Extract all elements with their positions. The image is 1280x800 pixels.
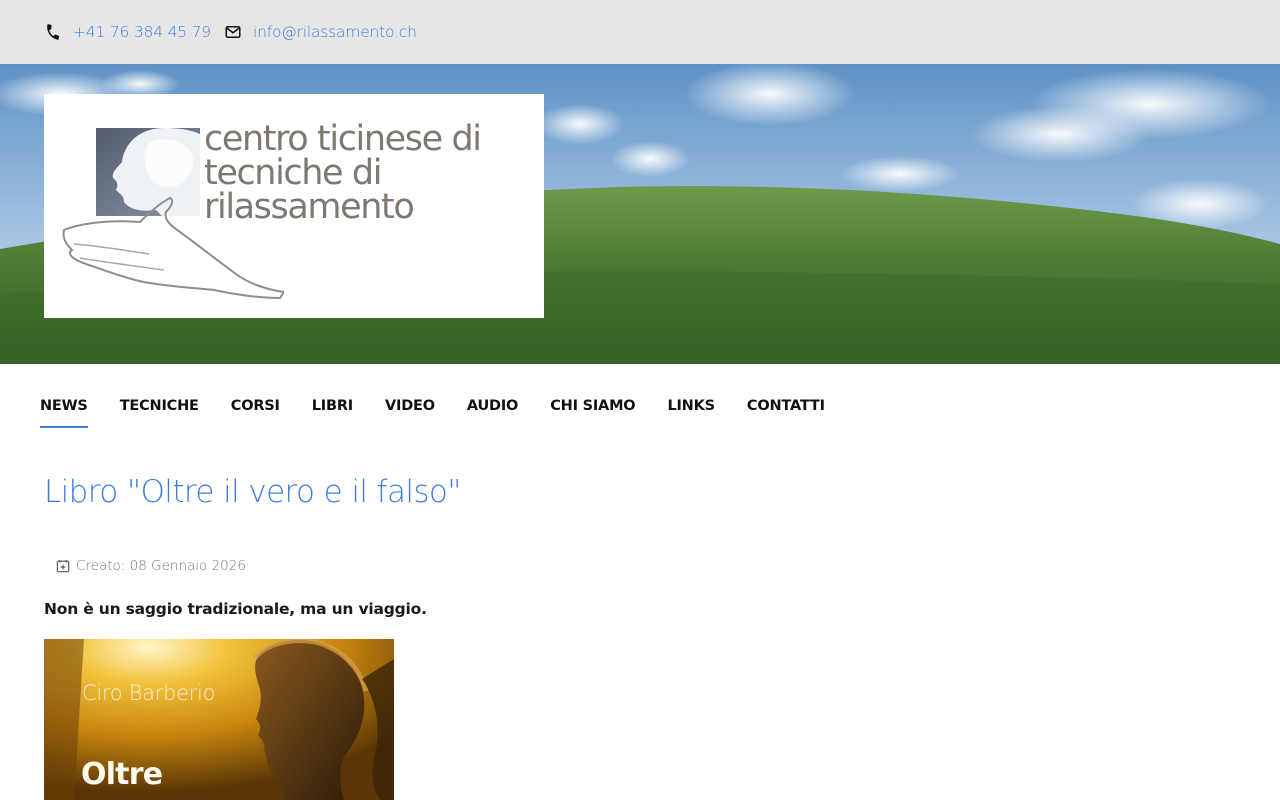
nav-item-video[interactable]: VIDEO [385,396,435,428]
main-navigation: NEWS TECNICHE CORSI LIBRI VIDEO AUDIO CH… [40,396,857,430]
nav-item-news[interactable]: NEWS [40,396,88,428]
nav-item-links[interactable]: LINKS [667,396,715,428]
article-lead: Non è un saggio tradizionale, ma un viag… [44,600,427,618]
nav-item-audio[interactable]: AUDIO [467,396,519,428]
nav-item-chi-siamo[interactable]: CHI SIAMO [550,396,635,428]
site-logo[interactable]: centro ticinese di tecniche di rilassame… [44,94,544,318]
logo-line-1: centro ticinese di [204,119,482,159]
logo-line-2: tecniche di [204,153,382,193]
email-address: info@rilassamento.ch [253,23,417,41]
nav-item-tecniche[interactable]: TECNICHE [120,396,199,428]
created-text: Creato: 08 Gennaio 2026 [76,558,246,574]
envelope-icon [225,26,241,38]
nav-item-contatti[interactable]: CONTATTI [747,396,825,428]
phone-number: +41 76 384 45 79 [73,23,211,41]
phone-icon [47,24,60,40]
logo-wordmark: centro ticinese di tecniche di rilassame… [204,119,482,227]
nav-item-libri[interactable]: LIBRI [312,396,353,428]
article-created-date: Creato: 08 Gennaio 2026 [56,556,246,576]
book-cover-image[interactable]: Ciro Barberio Oltre [44,639,394,800]
cover-title: Oltre [81,757,163,792]
article-title[interactable]: Libro "Oltre il vero e il falso" [44,474,462,510]
cover-author: Ciro Barberio [82,681,216,705]
email-link[interactable]: info@rilassamento.ch [224,21,417,43]
calendar-plus-icon [56,559,70,573]
top-contact-bar: +41 76 384 45 79 info@rilassamento.ch [0,0,1280,64]
logo-line-3: rilassamento [204,187,415,227]
phone-link[interactable]: +41 76 384 45 79 [44,21,211,43]
nav-item-corsi[interactable]: CORSI [231,396,280,428]
